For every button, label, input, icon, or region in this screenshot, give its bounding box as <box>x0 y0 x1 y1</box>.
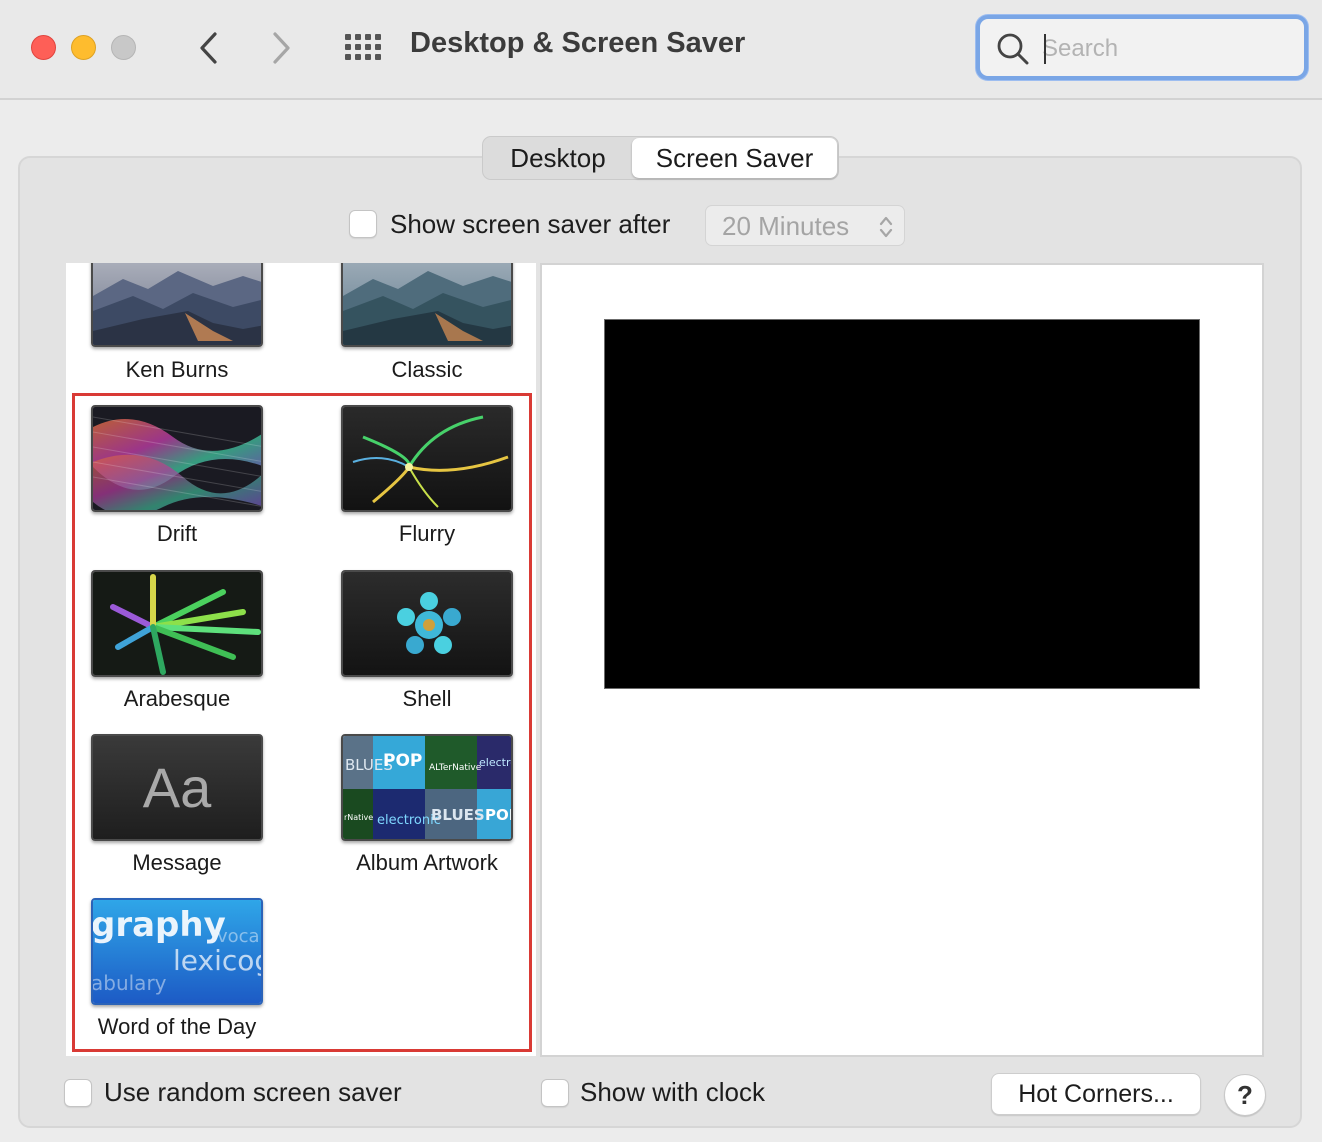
saver-word-of-the-day[interactable]: graphy voca lexicog abulary Word of the … <box>66 896 316 1046</box>
show-screen-saver-label: Show screen saver after <box>390 209 671 239</box>
album-tile-text: rNative <box>344 813 373 822</box>
title-bar: Desktop & Screen Saver <box>0 0 1322 100</box>
saver-arabesque[interactable]: Arabesque <box>66 568 316 718</box>
saver-label: Classic <box>391 357 463 382</box>
saver-label: Flurry <box>398 521 456 546</box>
wod-word: lexicog <box>173 944 263 977</box>
message-thumbnail: Aa <box>91 734 263 841</box>
saver-label: Drift <box>156 521 198 546</box>
message-aa-text: Aa <box>142 756 212 819</box>
saver-label: Shell <box>402 686 452 711</box>
album-artwork-thumbnail: BLUES POP ALTerNative electronic electro… <box>341 734 513 841</box>
album-tile-text: BLUES <box>431 806 485 824</box>
saver-label: Arabesque <box>123 686 231 711</box>
saver-label: Word of the Day <box>97 1014 257 1039</box>
show-after-time-value: 20 Minutes <box>722 211 850 241</box>
saver-drift[interactable]: Drift <box>66 403 316 553</box>
album-tile-text: ALTerNative <box>429 763 482 773</box>
shell-thumbnail <box>341 570 513 677</box>
minimize-window-button[interactable] <box>71 35 96 60</box>
screen-saver-list[interactable]: Ken Burns Classic Drift Flurry Arabesque… <box>66 263 536 1056</box>
help-button[interactable]: ? <box>1224 1074 1266 1116</box>
back-button[interactable] <box>188 26 228 70</box>
classic-thumbnail <box>341 263 513 347</box>
word-of-the-day-thumbnail: graphy voca lexicog abulary <box>91 898 263 1005</box>
chevron-right-icon <box>273 32 290 64</box>
tab-switcher: Desktop Screen Saver <box>482 136 839 180</box>
hot-corners-button[interactable]: Hot Corners... <box>991 1073 1201 1115</box>
saver-flurry[interactable]: Flurry <box>316 403 536 553</box>
search-field[interactable] <box>976 15 1308 80</box>
close-window-button[interactable] <box>31 35 56 60</box>
show-with-clock-label: Show with clock <box>580 1077 765 1107</box>
show-with-clock-checkbox[interactable] <box>541 1079 569 1107</box>
random-screen-saver-checkbox[interactable] <box>64 1079 92 1107</box>
saver-label: Message <box>132 850 222 875</box>
wod-word: graphy <box>93 905 226 945</box>
wod-word: abulary <box>93 971 167 995</box>
show-all-grid-button[interactable] <box>342 31 382 65</box>
saver-album-artwork[interactable]: BLUES POP ALTerNative electronic electro… <box>316 732 536 882</box>
preview-screen <box>604 319 1200 689</box>
saver-label: Ken Burns <box>125 357 229 382</box>
zoom-window-button <box>111 35 136 60</box>
show-after-time-popup: 20 Minutes <box>705 205 905 246</box>
search-icon <box>997 33 1029 65</box>
random-screen-saver-label: Use random screen saver <box>104 1077 402 1107</box>
show-screen-saver-checkbox[interactable] <box>349 210 377 238</box>
tab-screen-saver[interactable]: Screen Saver <box>632 138 837 178</box>
album-tile-text: electronic <box>479 756 513 769</box>
arabesque-thumbnail <box>91 570 263 677</box>
saver-message[interactable]: Aa Message <box>66 732 316 882</box>
album-tile-text: POP <box>383 751 422 771</box>
album-tile-text: POP <box>485 806 513 824</box>
ken-burns-thumbnail <box>91 263 263 347</box>
text-caret <box>1044 34 1046 64</box>
window-title: Desktop & Screen Saver <box>410 27 746 59</box>
drift-thumbnail <box>91 405 263 512</box>
tab-desktop[interactable]: Desktop <box>484 138 632 178</box>
forward-button[interactable] <box>262 26 302 70</box>
saver-shell[interactable]: Shell <box>316 568 536 718</box>
flurry-thumbnail <box>341 405 513 512</box>
search-input[interactable] <box>1042 33 1292 65</box>
saver-label: Album Artwork <box>356 850 498 875</box>
saver-classic[interactable]: Classic <box>316 263 536 388</box>
up-down-arrows-icon <box>879 216 893 238</box>
saver-ken-burns[interactable]: Ken Burns <box>66 263 316 388</box>
chevron-left-icon <box>200 32 217 64</box>
